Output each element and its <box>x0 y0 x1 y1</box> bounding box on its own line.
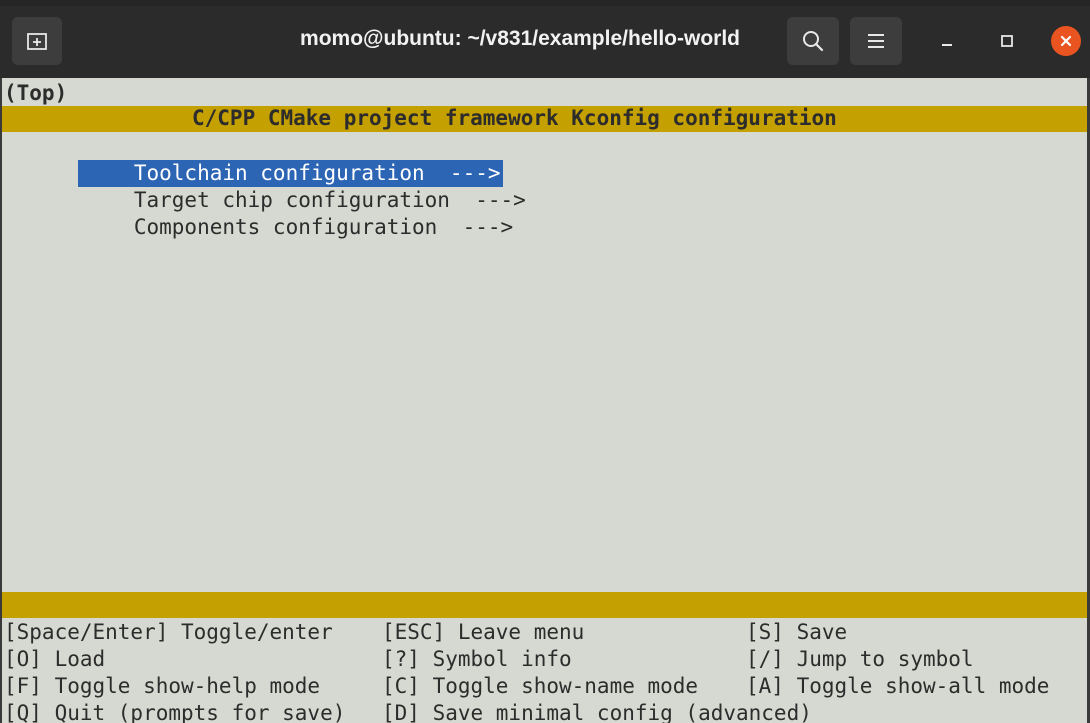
new-tab-icon <box>27 33 47 50</box>
help-save: [S] Save <box>746 620 848 644</box>
window-title: momo@ubuntu: ~/v831/example/hello-world <box>300 27 740 50</box>
help-toggle-enter: [Space/Enter] Toggle/enter <box>4 620 333 644</box>
footer-bar <box>2 592 1087 618</box>
maximize-button[interactable] <box>992 26 1022 56</box>
help-symbol-info: [?] Symbol info <box>382 647 572 671</box>
help-leave-menu: [ESC] Leave menu <box>382 620 585 644</box>
help-row: [Space/Enter] Toggle/enter [ESC] Leave m… <box>4 619 847 646</box>
menu-button[interactable] <box>850 17 902 65</box>
help-row: [O] Load [?] Symbol info [/] Jump to sym… <box>4 646 974 673</box>
menu-item-components[interactable]: Components configuration ---> <box>2 187 513 239</box>
help-show-help-mode: [F] Toggle show-help mode <box>4 674 321 698</box>
menu-item-target-chip[interactable]: Target chip configuration ---> <box>2 160 526 212</box>
minimize-button[interactable] <box>932 26 962 56</box>
title-bar: momo@ubuntu: ~/v831/example/hello-world <box>0 0 1090 78</box>
maximize-icon <box>1001 35 1013 47</box>
header-bar: C/CPP CMake project framework Kconfig co… <box>2 106 1087 132</box>
new-tab-button[interactable] <box>12 17 62 65</box>
search-icon <box>803 31 824 52</box>
minimize-icon <box>942 44 952 46</box>
titlebar-top-strip <box>0 0 1090 6</box>
help-jump-to-symbol: [/] Jump to symbol <box>746 647 974 671</box>
help-load: [O] Load <box>4 647 106 671</box>
hamburger-menu-icon <box>868 34 884 48</box>
breadcrumb: (Top) <box>4 81 68 105</box>
menu-title: C/CPP CMake project framework Kconfig co… <box>192 106 837 130</box>
help-save-minimal: [D] Save minimal config (advanced) <box>382 701 812 723</box>
menu-item-toolchain[interactable]: Toolchain configuration ---> <box>2 133 503 187</box>
terminal-window: momo@ubuntu: ~/v831/example/hello-world <box>0 0 1090 723</box>
help-show-name-mode: [C] Toggle show-name mode <box>382 674 699 698</box>
help-quit: [Q] Quit (prompts for save) <box>4 701 346 723</box>
terminal-content[interactable]: (Top) C/CPP CMake project framework Kcon… <box>0 78 1090 723</box>
search-button[interactable] <box>787 17 839 65</box>
menu-item-label: Components configuration ---> <box>133 215 514 239</box>
close-icon <box>1060 35 1072 47</box>
help-row: [F] Toggle show-help mode [C] Toggle sho… <box>4 673 1049 700</box>
help-row: [Q] Quit (prompts for save) [D] Save min… <box>4 700 812 723</box>
help-show-all-mode: [A] Toggle show-all mode <box>746 674 1050 698</box>
close-button[interactable] <box>1051 26 1081 56</box>
